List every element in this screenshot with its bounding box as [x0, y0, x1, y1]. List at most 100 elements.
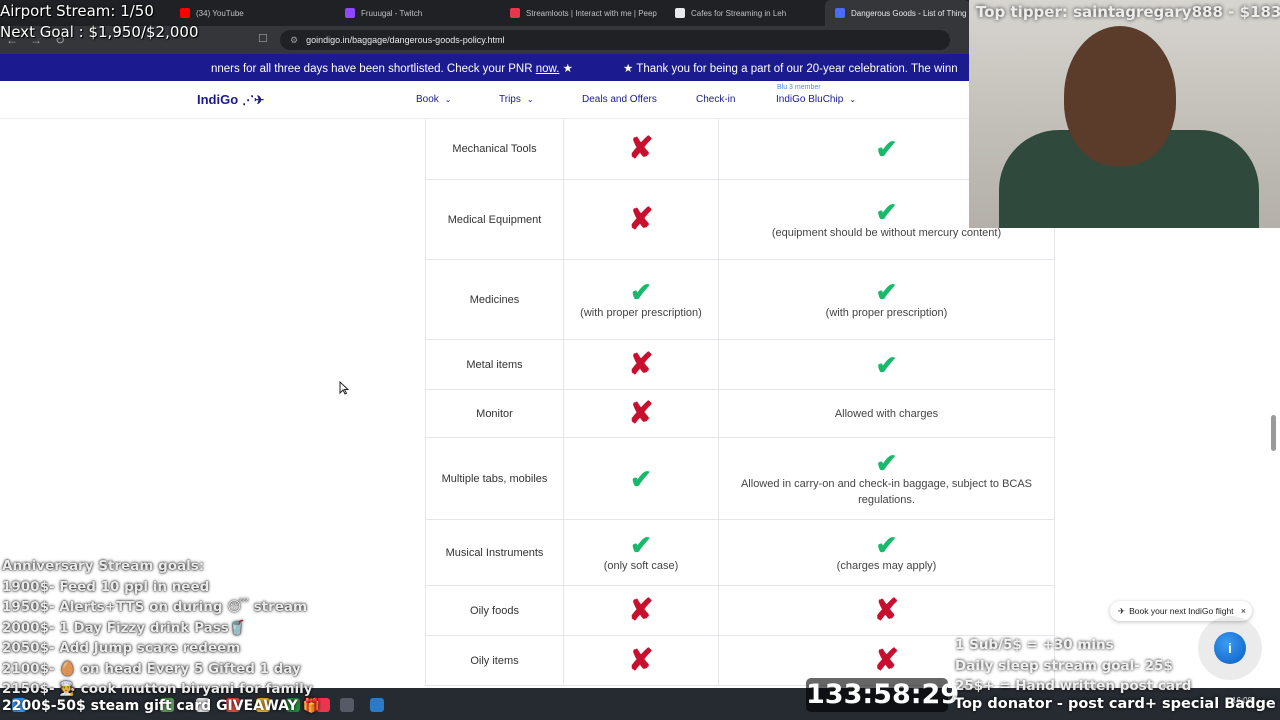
chevron-down-icon: ⌄	[444, 95, 452, 104]
tab-label: Fruuugal - Twitch	[361, 8, 423, 18]
item-name-cell: Medicines	[426, 260, 564, 339]
table-row: Multiple tabs, mobiles ✔ ✔ Allowed in carry…	[426, 438, 1054, 520]
table-row: Medicines ✔ (with proper prescription) ✔ (wi…	[426, 260, 1054, 340]
allowed-check-icon: ✔	[875, 529, 898, 560]
nav-deals[interactable]: Deals and Offers	[582, 94, 657, 105]
goal-line: 1900$- Feed 10 ppl in need	[2, 578, 210, 595]
carry-on-cell: ✔ (only soft case)	[564, 520, 719, 585]
item-name-cell: Mechanical Tools	[426, 119, 564, 179]
site-info-icon[interactable]: ⚙	[290, 35, 298, 46]
table-row: Oily foods ✘ ✘	[426, 586, 1054, 636]
allowed-check-icon: ✔	[875, 134, 898, 164]
carry-on-cell: ✘	[564, 636, 719, 685]
cell-note: Allowed in carry-on and check-in baggage…	[740, 477, 1033, 506]
tab-label: Dangerous Goods - List of Thing	[851, 8, 967, 18]
browser-tab-streamloots[interactable]: Streamloots | Interact with me | Peep	[500, 0, 665, 26]
carry-on-cell: ✘	[564, 180, 719, 259]
chevron-down-icon: ⌄	[526, 95, 534, 104]
item-name-cell: Oily items	[426, 636, 564, 685]
youtube-icon	[180, 8, 190, 18]
goal-line: 2100$- 🥚 on head Every 5 Gifted 1 day	[2, 660, 301, 677]
cell-note: (with proper prescription)	[580, 306, 702, 319]
tab-label: (34) YouTube	[196, 8, 244, 18]
not-allowed-cross-icon: ✘	[628, 593, 654, 627]
allowed-check-icon: ✔	[875, 276, 898, 307]
not-allowed-cross-icon: ✘	[628, 643, 654, 677]
next-goal: Next Goal : $1,950/$2,000	[0, 23, 199, 41]
goal-line: 2000$- 1 Day Fizzy drink Pass🥤	[2, 619, 246, 636]
dangerous-goods-table: Mechanical Tools ✘ ✔ Medical Equipment ✘ ✔ (eq…	[425, 119, 1055, 686]
browser-tab-cafes[interactable]: Cafes for Streaming in Leh	[665, 0, 825, 26]
nav-bluchip[interactable]: IndiGo BluChip ⌄	[776, 94, 856, 105]
item-name-cell: Metal items	[426, 340, 564, 389]
anniversary-goals: Anniversary Stream goals: 1900$- Feed 10…	[2, 556, 313, 700]
item-name-cell: Oily foods	[426, 586, 564, 635]
allowed-check-icon: ✔	[630, 463, 652, 494]
checkin-on-cell: Allowed with charges	[719, 390, 1054, 437]
item-name-cell: Musical Instruments	[426, 520, 564, 585]
cell-note: (equipment should be without mercury con…	[771, 226, 1002, 239]
mouse-cursor-icon	[339, 381, 349, 395]
table-row: Monitor ✘ Allowed with charges	[426, 390, 1054, 438]
not-allowed-cross-icon: ✘	[628, 347, 654, 381]
nav-book[interactable]: Book ⌄	[416, 94, 452, 105]
checkin-on-cell: ✔ Allowed in carry-on and check-in baggag…	[719, 438, 1054, 519]
sub-goal-line: 1 Sub/5$ = +30 mins	[955, 637, 1114, 653]
obs-icon[interactable]	[340, 698, 354, 712]
plane-icon: ✈	[1118, 605, 1126, 616]
carry-on-cell: ✘	[564, 586, 719, 635]
allowed-check-icon: ✔	[630, 529, 652, 560]
sub-goals: 1 Sub/5$ = +30 mins Daily sleep stream g…	[955, 635, 1191, 697]
sub-goal-line: 25$+ = Hand written post card	[955, 678, 1192, 694]
nav-checkin[interactable]: Check-in	[696, 94, 735, 105]
browser-tab-dangerous-goods[interactable]: Dangerous Goods - List of Thing	[825, 0, 970, 26]
page-scrollbar[interactable]	[1271, 415, 1276, 451]
indigo-logo[interactable]: IndiGo ⋰✈	[197, 92, 264, 107]
chat-assistant-button[interactable]: i	[1198, 616, 1262, 680]
check-pnr-link[interactable]: now.	[536, 63, 560, 75]
checkin-on-cell: ✘	[719, 586, 1054, 635]
url-text: goindigo.in/baggage/dangerous-goods-poli…	[306, 35, 505, 45]
top-tipper: Top tipper: saintagregary888 - $1836	[976, 3, 1280, 21]
goal-line-giveaway: 2200$-50$ steam gift card GIVEAWAY 🎁	[2, 698, 321, 714]
plane-logo-icon: ⋰✈	[242, 92, 265, 107]
allowed-check-icon: ✔	[875, 349, 898, 380]
announcement-bar: nners for all three days have been short…	[0, 54, 970, 81]
goals-heading: Anniversary Stream goals:	[2, 558, 205, 574]
tab-label: Cafes for Streaming in Leh	[691, 8, 787, 18]
bookmark-icon[interactable]: ☐	[258, 32, 268, 45]
announcement-left: nners for all three days have been short…	[211, 63, 573, 75]
assistant-icon: i	[1214, 632, 1246, 664]
carry-on-cell: ✘	[564, 119, 719, 179]
top-donator: Top donator - post card+ special Badge	[954, 696, 1276, 712]
twitch-icon	[345, 8, 355, 18]
site-header: IndiGo ⋰✈ Book ⌄ Trips ⌄ Deals and Offers …	[0, 81, 970, 119]
not-allowed-cross-icon: ✘	[873, 643, 900, 677]
not-allowed-cross-icon: ✘	[628, 132, 654, 165]
browser-tab-twitch[interactable]: Fruuugal - Twitch	[335, 0, 500, 26]
url-field[interactable]: ⚙ goindigo.in/baggage/dangerous-goods-po…	[280, 30, 950, 50]
item-name-cell: Monitor	[426, 390, 564, 437]
close-icon[interactable]: ×	[1241, 606, 1246, 616]
item-name-cell: Medical Equipment	[426, 180, 564, 259]
tab-label: Streamloots | Interact with me | Peep	[526, 8, 657, 18]
allowed-check-icon: ✔	[630, 276, 652, 307]
table-row: Metal items ✘ ✔	[426, 340, 1054, 390]
book-flight-text: Book your next IndiGo flight	[1129, 606, 1234, 616]
nav-trips[interactable]: Trips ⌄	[499, 94, 534, 105]
table-row: Musical Instruments ✔ (only soft case) ✔ (ch…	[426, 520, 1054, 586]
checkin-on-cell: ✔ (charges may apply)	[719, 520, 1054, 585]
allowed-check-icon: ✔	[875, 196, 898, 227]
streamer-head	[1064, 26, 1176, 166]
table-row: Medical Equipment ✘ ✔ (equipment should be …	[426, 180, 1054, 260]
indigo-icon	[835, 8, 845, 18]
cell-note: (only soft case)	[603, 559, 679, 572]
carry-on-cell: ✔	[564, 438, 719, 519]
allowed-check-icon: ✔	[875, 447, 898, 478]
web-icon	[675, 8, 685, 18]
carry-on-cell: ✘	[564, 340, 719, 389]
stream-title: Airport Stream: 1/50	[0, 2, 154, 20]
announcement-right: ★ Thank you for being a part of our 20-y…	[623, 63, 958, 75]
notepad-icon[interactable]	[370, 698, 384, 712]
screen: (34) YouTube Fruuugal - Twitch Streamloo…	[0, 0, 1280, 720]
